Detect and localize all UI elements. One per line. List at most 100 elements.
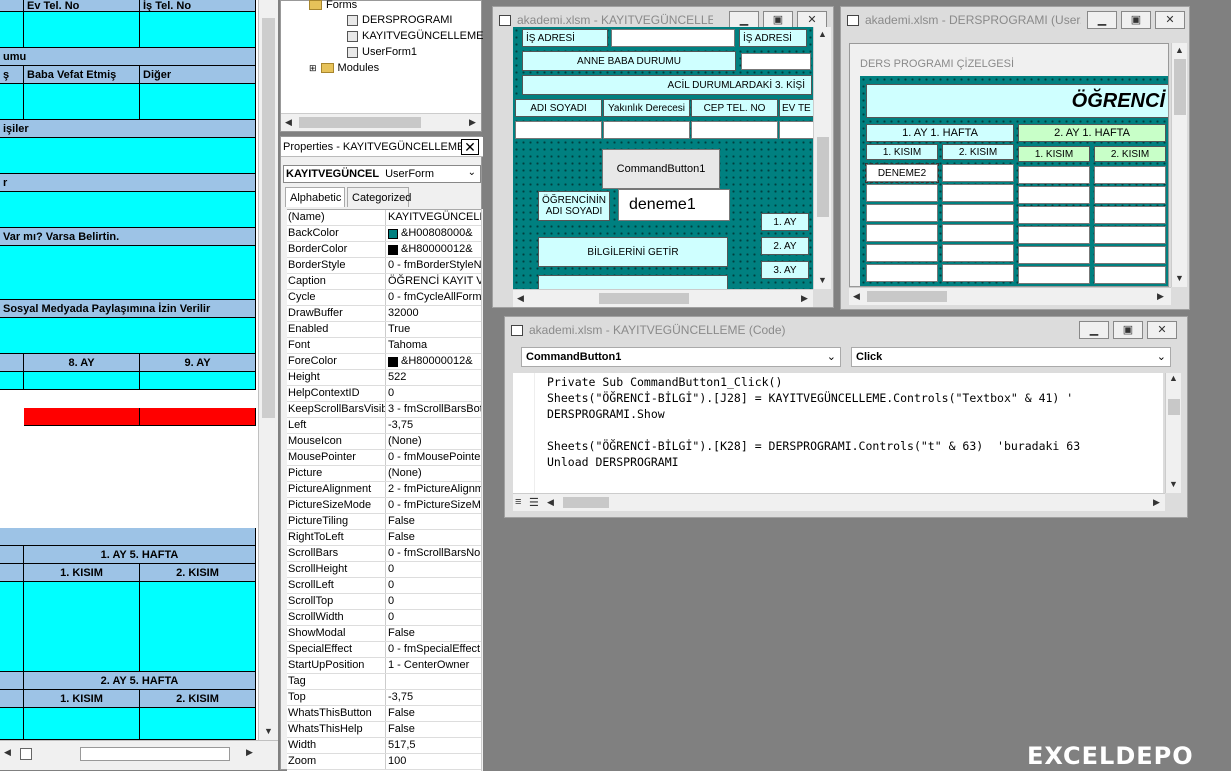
property-value[interactable]: -3,75 xyxy=(386,418,481,433)
sheet-cell[interactable] xyxy=(0,372,24,390)
property-row[interactable]: WhatsThisButton False xyxy=(287,706,481,722)
textbox[interactable] xyxy=(866,244,938,262)
property-row[interactable]: Tag xyxy=(287,674,481,690)
label-is-adresi[interactable]: İŞ ADRESİ xyxy=(739,29,807,47)
textbox[interactable] xyxy=(741,53,811,70)
textbox[interactable] xyxy=(942,184,1014,202)
property-value[interactable] xyxy=(386,674,481,689)
property-value[interactable]: 522 xyxy=(386,370,481,385)
property-value[interactable]: 0 - fmCycleAllForm xyxy=(386,290,481,305)
property-value[interactable]: 0 xyxy=(386,610,481,625)
property-row[interactable]: ScrollHeight 0 xyxy=(287,562,481,578)
label-1-ay[interactable]: 1. AY xyxy=(761,213,809,231)
label-2-ay[interactable]: 2. AY xyxy=(761,237,809,255)
sheet-cell-diger[interactable]: Diğer xyxy=(140,66,256,84)
property-value[interactable]: 517,5 xyxy=(386,738,481,753)
textbox[interactable] xyxy=(1018,166,1090,184)
textbox[interactable] xyxy=(866,184,938,202)
sheet-cell[interactable] xyxy=(24,708,140,740)
sheet-cell-isiler[interactable]: işiler xyxy=(0,120,256,138)
property-row[interactable]: PictureTiling False xyxy=(287,514,481,530)
scroll-right-arrow-icon[interactable]: ▶ xyxy=(1157,291,1164,302)
sheet-cell-ay1-hafta5[interactable]: 1. AY 5. HAFTA xyxy=(24,546,256,564)
textbox[interactable] xyxy=(1094,186,1166,204)
property-row[interactable]: RightToLeft False xyxy=(287,530,481,546)
textbox[interactable] xyxy=(1018,246,1090,264)
property-row[interactable]: ScrollWidth 0 xyxy=(287,610,481,626)
property-row[interactable]: Zoom 100 xyxy=(287,754,481,770)
close-icon[interactable]: ✕ xyxy=(1147,321,1177,339)
property-row[interactable]: StartUpPosition 1 - CenterOwner xyxy=(287,658,481,674)
property-value[interactable]: False xyxy=(386,706,481,721)
code-line[interactable]: DERSPROGRAMI.Show xyxy=(547,407,665,421)
project-explorer[interactable]: Forms DERSPROGRAMI KAYITVEGÜNCELLEME Use… xyxy=(280,0,483,132)
scroll-left-arrow-icon[interactable]: ◀ xyxy=(4,747,11,758)
textbox[interactable] xyxy=(1018,186,1090,204)
label-1-ay-1-hafta[interactable]: 1. AY 1. HAFTA xyxy=(866,124,1014,142)
property-value[interactable]: 0 - fmMousePointer xyxy=(386,450,481,465)
property-row[interactable]: (Name)KAYITVEGÜNCELLE xyxy=(287,210,481,226)
tree-item-forms[interactable]: Forms xyxy=(309,0,357,11)
sheet-cell-umu[interactable]: umu xyxy=(0,48,256,66)
minimize-icon[interactable]: ▁ xyxy=(1087,11,1117,29)
label-adi-soyadi[interactable]: ADI SOYADI xyxy=(515,99,602,117)
sheet-cell[interactable] xyxy=(140,708,256,740)
property-row[interactable]: Enabled True xyxy=(287,322,481,338)
form-canvas[interactable]: ÖĞRENCİ 1. AY 1. HAFTA 2. AY 1. HAFTA 1.… xyxy=(860,76,1168,286)
textbox[interactable] xyxy=(866,264,938,282)
property-row[interactable]: Left -3,75 xyxy=(287,418,481,434)
sheet-cell[interactable] xyxy=(24,12,140,48)
form-design-canvas[interactable]: İŞ ADRESİ İŞ ADRESİ ANNE BABA DURUMU ACİ… xyxy=(513,27,813,289)
restore-icon[interactable]: ▣ xyxy=(1113,321,1143,339)
sheet-cell-8-ay[interactable]: 8. AY xyxy=(24,354,140,372)
code-vertical-scrollbar[interactable]: ▲ ▼ xyxy=(1165,373,1181,493)
form-horizontal-scrollbar[interactable]: ◀ ▶ xyxy=(849,287,1171,305)
sheet-cell[interactable] xyxy=(0,528,256,546)
sheet-cell[interactable] xyxy=(0,12,24,48)
code-horizontal-scrollbar[interactable]: ≡ ☰ ◀ ▶ xyxy=(513,493,1165,511)
property-value[interactable]: 2 - fmPictureAlignm xyxy=(386,482,481,497)
form-horizontal-scrollbar[interactable]: ◀ ▶ xyxy=(513,289,813,307)
sheet-cell-ev-tel[interactable]: Ev Tel. No xyxy=(24,0,140,12)
sheet-cell[interactable] xyxy=(0,192,256,228)
form-vertical-scrollbar[interactable]: ▲ ▼ xyxy=(1171,43,1187,287)
property-value[interactable]: 1 - CenterOwner xyxy=(386,658,481,673)
tab-alphabetic[interactable]: Alphabetic xyxy=(285,187,345,207)
sheet-cell-red[interactable] xyxy=(24,408,140,426)
sheet-cell[interactable] xyxy=(140,12,256,48)
label-yakinlik[interactable]: Yakınlık Derecesi xyxy=(603,99,690,117)
property-row[interactable]: BackColor &H00808000& xyxy=(287,226,481,242)
sheet-cell-kisim1[interactable]: 1. KISIM xyxy=(24,690,140,708)
property-row[interactable]: WhatsThisHelp False xyxy=(287,722,481,738)
label-2-ay-1-hafta[interactable]: 2. AY 1. HAFTA xyxy=(1018,124,1166,142)
textbox[interactable] xyxy=(942,244,1014,262)
sheet-cell[interactable]: ş xyxy=(0,66,24,84)
property-value[interactable]: 100 xyxy=(386,754,481,769)
sheet-cell[interactable] xyxy=(140,84,256,120)
sheet-cell[interactable] xyxy=(0,246,256,300)
sheet-cell-r[interactable]: r xyxy=(0,174,256,192)
scroll-right-arrow-icon[interactable]: ▶ xyxy=(1153,497,1160,508)
property-value[interactable]: -3,75 xyxy=(386,690,481,705)
scroll-left-arrow-icon[interactable]: ◀ xyxy=(547,497,554,508)
property-row[interactable]: DrawBuffer 32000 xyxy=(287,306,481,322)
sheet-cell[interactable] xyxy=(0,354,24,372)
sheet-cell[interactable] xyxy=(0,318,256,354)
property-row[interactable]: SpecialEffect 0 - fmSpecialEffect xyxy=(287,642,481,658)
property-value[interactable]: False xyxy=(386,530,481,545)
scroll-left-arrow-icon[interactable]: ◀ xyxy=(285,117,292,128)
tree-item-userform1[interactable]: UserForm1 xyxy=(347,46,417,58)
property-value[interactable]: 0 - fmScrollBarsNor xyxy=(386,546,481,561)
label-kisim[interactable]: 2. KISIM xyxy=(1094,146,1166,162)
property-value[interactable]: False xyxy=(386,722,481,737)
close-icon[interactable]: ✕ xyxy=(461,139,479,155)
property-row[interactable]: ScrollLeft 0 xyxy=(287,578,481,594)
sheet-cell[interactable] xyxy=(0,690,24,708)
scroll-down-arrow-icon[interactable]: ▼ xyxy=(1175,273,1184,283)
sheet-cell[interactable] xyxy=(0,546,24,564)
chevron-down-icon[interactable]: ⌄ xyxy=(827,350,836,363)
label-kisim[interactable]: 1. KISIM xyxy=(866,144,938,160)
property-row[interactable]: Width 517,5 xyxy=(287,738,481,754)
textbox[interactable] xyxy=(942,204,1014,222)
property-row[interactable]: HelpContextID 0 xyxy=(287,386,481,402)
